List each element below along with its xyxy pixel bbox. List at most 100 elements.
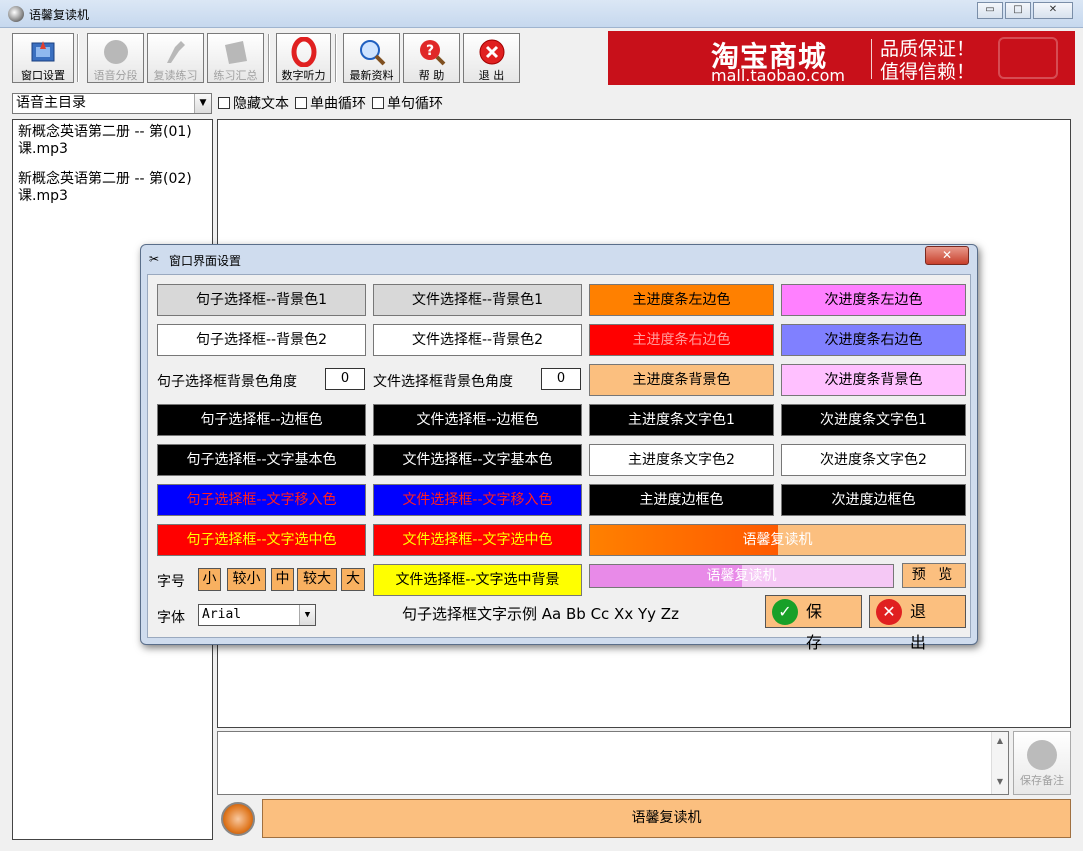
taobao-mall-banner[interactable]: 淘宝商城 mall.taobao.com 品质保证！ 值得信赖！ (608, 31, 1075, 85)
file-angle-input[interactable]: 0 (541, 368, 581, 390)
size-medium-button[interactable]: 中 (271, 568, 294, 591)
tools-icon: ✂ (149, 252, 160, 266)
file-text-selected-button[interactable]: 文件选择框--文字选中色 (373, 524, 582, 556)
file-selected-bg-button[interactable]: 文件选择框--文字选中背景 (373, 564, 582, 596)
app-icon (8, 6, 24, 22)
sentence-text-hover-button[interactable]: 句子选择框--文字移入色 (157, 484, 366, 516)
title-bar: 语馨复读机 ▭ □ ✕ (0, 0, 1083, 28)
font-label: 字体 (157, 610, 185, 626)
size-small-button[interactable]: 小 (198, 568, 221, 591)
voice-segment-button[interactable]: 语音分段 (87, 33, 144, 83)
banner-divider (871, 39, 872, 79)
window-settings-button[interactable]: 窗口设置 (12, 33, 74, 83)
banner-decoration (998, 37, 1058, 79)
file-bg2-button[interactable]: 文件选择框--背景色2 (373, 324, 582, 356)
window-controls: ▭ □ ✕ (975, 2, 1073, 19)
banner-slogan: 品质保证！ 值得信赖！ (880, 38, 976, 83)
directory-select[interactable]: 语音主目录 ▼ (12, 92, 212, 114)
check-icon: ✓ (772, 599, 798, 625)
sentence-angle-label: 句子选择框背景色角度 (157, 374, 297, 390)
repeat-practice-icon (166, 41, 185, 63)
preview-button[interactable]: 预 览 (902, 563, 966, 588)
size-larger-button[interactable]: 较大 (297, 568, 337, 591)
checkbox-box (295, 97, 307, 109)
banner-url: mall.taobao.com (711, 66, 845, 85)
sub-progress-border-button[interactable]: 次进度边框色 (781, 484, 966, 516)
dialog-close-button[interactable]: ✕ (925, 246, 969, 265)
main-progress-border-button[interactable]: 主进度边框色 (589, 484, 774, 516)
toolbar-separator (77, 34, 79, 82)
hide-text-checkbox[interactable]: 隐藏文本 (218, 93, 289, 113)
window-settings-dialog: ✂ 窗口界面设置 ✕ 句子选择框--背景色1 句子选择框--背景色2 句子选择框… (140, 244, 978, 652)
latest-material-icon (359, 40, 385, 66)
notes-textarea[interactable]: ▲ ▼ (217, 731, 1009, 795)
font-size-label: 字号 (157, 574, 185, 590)
practice-summary-button[interactable]: 练习汇总 (207, 33, 264, 83)
speaker-icon[interactable] (221, 802, 255, 836)
file-text-hover-button[interactable]: 文件选择框--文字移入色 (373, 484, 582, 516)
sentence-text-selected-button[interactable]: 句子选择框--文字选中色 (157, 524, 366, 556)
voice-segment-icon (103, 40, 128, 64)
maximize-button[interactable]: □ (1005, 2, 1031, 19)
sub-progress-text2-button[interactable]: 次进度条文字色2 (781, 444, 966, 476)
sub-progress-left-button[interactable]: 次进度条左边色 (781, 284, 966, 316)
help-button[interactable]: ? 帮 助 (403, 33, 460, 83)
close-icon: ✕ (876, 599, 902, 625)
sentence-bg2-button[interactable]: 句子选择框--背景色2 (157, 324, 366, 356)
sentence-text-base-button[interactable]: 句子选择框--文字基本色 (157, 444, 366, 476)
repeat-practice-button[interactable]: 复读练习 (147, 33, 204, 83)
dialog-body: 句子选择框--背景色1 句子选择框--背景色2 句子选择框背景色角度 0 句子选… (147, 274, 971, 652)
number-listening-icon (291, 37, 316, 67)
font-sample-text: 句子选择框文字示例 Aa Bb Cc Xx Yy Zz (402, 605, 679, 623)
size-large-button[interactable]: 大 (341, 568, 365, 591)
list-item[interactable]: 新概念英语第二册 -- 第(01)课.mp3 (18, 124, 207, 158)
dialog-title: 窗口界面设置 (169, 254, 242, 268)
sub-progress-bg-button[interactable]: 次进度条背景色 (781, 364, 966, 396)
file-angle-label: 文件选择框背景色角度 (373, 374, 513, 390)
size-smaller-button[interactable]: 较小 (227, 568, 266, 591)
chevron-down-icon: ▼ (194, 93, 211, 113)
exit-icon (479, 39, 504, 65)
dialog-exit-button[interactable]: ✕ 退 出 (869, 595, 966, 652)
checkbox-box (372, 97, 384, 109)
dialog-title-bar: ✂ 窗口界面设置 ✕ (141, 245, 977, 273)
file-bg1-button[interactable]: 文件选择框--背景色1 (373, 284, 582, 316)
window-title: 语馨复读机 (29, 8, 90, 22)
main-progress-left-button[interactable]: 主进度条左边色 (589, 284, 774, 316)
sub-progress-preview: 语馨复读机 (589, 564, 894, 588)
loop-sentence-checkbox[interactable]: 单句循环 (372, 93, 443, 113)
main-progress-bg-button[interactable]: 主进度条背景色 (589, 364, 774, 396)
close-button[interactable]: ✕ (1033, 2, 1073, 19)
font-select[interactable]: Arial ▼ (198, 604, 316, 626)
options-row: 语音主目录 ▼ 隐藏文本 单曲循环 单句循环 (12, 92, 443, 114)
save-button[interactable]: ✓ 保 存 (765, 595, 862, 652)
practice-summary-icon (224, 41, 247, 64)
save-note-button[interactable]: 保存备注 (1013, 731, 1071, 795)
toolbar-separator (268, 34, 270, 82)
main-progress-text2-button[interactable]: 主进度条文字色2 (589, 444, 774, 476)
notes-scrollbar[interactable]: ▲ ▼ (991, 732, 1008, 794)
main-progress-text1-button[interactable]: 主进度条文字色1 (589, 404, 774, 436)
minimize-button[interactable]: ▭ (977, 2, 1003, 19)
loop-track-checkbox[interactable]: 单曲循环 (295, 93, 366, 113)
scroll-up-icon[interactable]: ▲ (992, 736, 1008, 745)
sentence-bg1-button[interactable]: 句子选择框--背景色1 (157, 284, 366, 316)
list-item[interactable]: 新概念英语第二册 -- 第(02)课.mp3 (18, 171, 207, 205)
playback-progress-bar[interactable]: 语馨复读机 (262, 799, 1071, 838)
sub-progress-right-button[interactable]: 次进度条右边色 (781, 324, 966, 356)
number-listening-button[interactable]: 数字听力 (276, 33, 331, 83)
file-border-button[interactable]: 文件选择框--边框色 (373, 404, 582, 436)
sub-progress-text1-button[interactable]: 次进度条文字色1 (781, 404, 966, 436)
window-settings-icon (31, 41, 55, 62)
scroll-down-icon[interactable]: ▼ (992, 777, 1008, 786)
main-progress-preview: 语馨复读机 (589, 524, 966, 556)
help-icon: ? (419, 40, 445, 66)
main-progress-right-button[interactable]: 主进度条右边色 (589, 324, 774, 356)
save-note-icon (1027, 740, 1057, 770)
sentence-angle-input[interactable]: 0 (325, 368, 365, 390)
chevron-down-icon: ▼ (299, 605, 315, 625)
exit-button[interactable]: 退 出 (463, 33, 520, 83)
file-text-base-button[interactable]: 文件选择框--文字基本色 (373, 444, 582, 476)
latest-material-button[interactable]: 最新资料 (343, 33, 400, 83)
sentence-border-button[interactable]: 句子选择框--边框色 (157, 404, 366, 436)
